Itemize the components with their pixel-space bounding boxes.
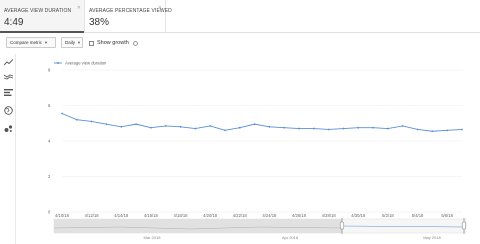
data-point[interactable] xyxy=(431,130,434,133)
x-tick-label: 4/26/18 xyxy=(292,213,307,218)
data-point[interactable] xyxy=(164,125,167,127)
y-tick-label: 4 xyxy=(48,139,51,144)
close-icon[interactable]: ✕ xyxy=(158,5,162,11)
data-point[interactable] xyxy=(179,125,182,128)
data-point[interactable] xyxy=(342,127,345,130)
data-point[interactable] xyxy=(90,120,93,123)
data-point[interactable] xyxy=(224,129,226,132)
data-point[interactable] xyxy=(387,127,389,130)
x-tick-label: 4/24/18 xyxy=(262,213,277,218)
metric-label: Average view duration xyxy=(4,8,72,14)
x-tick-label: 5/6/18 xyxy=(441,213,453,218)
x-tick-label: 4/14/18 xyxy=(114,213,129,218)
data-point[interactable] xyxy=(372,126,375,129)
metric-value: 38% xyxy=(89,17,110,28)
line-chart-icon[interactable] xyxy=(2,56,14,68)
data-point[interactable] xyxy=(238,126,241,129)
data-point[interactable] xyxy=(461,128,463,131)
show-growth-label: Show growth xyxy=(97,39,129,46)
help-icon[interactable] xyxy=(132,40,138,46)
metric-tab-bar: Average view duration 4:49 ✕ Average per… xyxy=(0,0,480,33)
legend-marker xyxy=(57,62,59,64)
data-point[interactable] xyxy=(312,127,315,130)
timeline-unselected-range xyxy=(54,219,342,233)
x-tick-label: 4/28/18 xyxy=(322,213,337,218)
data-point[interactable] xyxy=(283,126,286,129)
chevron-down-icon: ▼ xyxy=(77,40,81,45)
x-tick-label: 4/22/18 xyxy=(233,213,248,218)
timeline-drag-handle[interactable] xyxy=(339,221,345,230)
data-point[interactable] xyxy=(268,125,271,128)
metric-tab-average-percentage-viewed[interactable]: Average percentage viewed 38% ✕ xyxy=(84,0,172,33)
x-tick-label: 5/2/18 xyxy=(382,213,394,218)
metric-value: 4:49 xyxy=(4,17,24,28)
series-line xyxy=(61,113,463,132)
chevron-down-icon: ▼ xyxy=(44,40,48,45)
chart-type-rail xyxy=(0,54,16,244)
daily-dropdown[interactable]: Daily ▼ xyxy=(61,37,83,48)
timeline-month-label: Mar 2018 xyxy=(144,235,162,240)
x-tick-label: 4/18/18 xyxy=(174,213,189,218)
x-tick-label: 4/12/18 xyxy=(85,213,100,218)
data-point[interactable] xyxy=(105,123,108,126)
multiline-chart-icon[interactable] xyxy=(2,70,14,82)
x-tick-label: 4/16/18 xyxy=(144,213,159,218)
x-tick-label: 5/4/18 xyxy=(412,213,424,218)
data-point[interactable] xyxy=(194,127,197,130)
y-tick-label: 6 xyxy=(48,103,51,108)
metric-label: Average percentage viewed xyxy=(89,8,172,14)
show-growth-toggle[interactable]: Show growth xyxy=(89,38,138,48)
data-point[interactable] xyxy=(416,128,419,131)
data-point[interactable] xyxy=(209,125,212,127)
daily-label: Daily xyxy=(65,40,76,45)
legend-label: Average view duration xyxy=(65,60,107,65)
x-tick-label: 4/30/18 xyxy=(351,213,366,218)
x-tick-label: 4/20/18 xyxy=(203,213,218,218)
line-chart: 0 2 4 6 8 Average view duration 4/10/18 4/12/18… xyxy=(48,60,467,240)
bar-chart-icon[interactable] xyxy=(2,86,14,98)
data-point[interactable] xyxy=(120,125,123,128)
timeline-month-label: Apr 2018 xyxy=(282,235,299,240)
data-point[interactable] xyxy=(446,129,449,132)
compare-metric-button[interactable]: Compare metric ▼ xyxy=(6,37,56,48)
data-point[interactable] xyxy=(253,123,256,126)
timeline-drag-handle[interactable] xyxy=(461,221,467,230)
metric-tab-average-view-duration[interactable]: Average view duration 4:49 ✕ xyxy=(0,0,84,33)
y-tick-label: 0 xyxy=(48,210,51,215)
data-point[interactable] xyxy=(61,112,63,115)
y-tick-label: 8 xyxy=(48,68,51,73)
close-icon[interactable]: ✕ xyxy=(77,5,81,11)
data-point[interactable] xyxy=(357,126,360,129)
data-point[interactable] xyxy=(401,125,404,127)
data-point[interactable] xyxy=(149,126,152,129)
chart-toolbar: Compare metric ▼ Daily ▼ Show growth xyxy=(0,37,480,51)
y-tick-label: 2 xyxy=(48,174,51,179)
data-point[interactable] xyxy=(327,128,330,131)
compare-metric-label: Compare metric xyxy=(10,40,43,45)
timeline-month-label: May 2018 xyxy=(423,235,441,240)
bubble-chart-icon[interactable] xyxy=(2,122,14,134)
data-point[interactable] xyxy=(135,123,137,126)
data-point[interactable] xyxy=(75,118,78,121)
show-growth-checkbox[interactable] xyxy=(89,40,94,46)
data-point[interactable] xyxy=(298,127,300,130)
x-tick-label: 4/10/18 xyxy=(55,213,70,218)
map-icon[interactable] xyxy=(2,104,14,116)
